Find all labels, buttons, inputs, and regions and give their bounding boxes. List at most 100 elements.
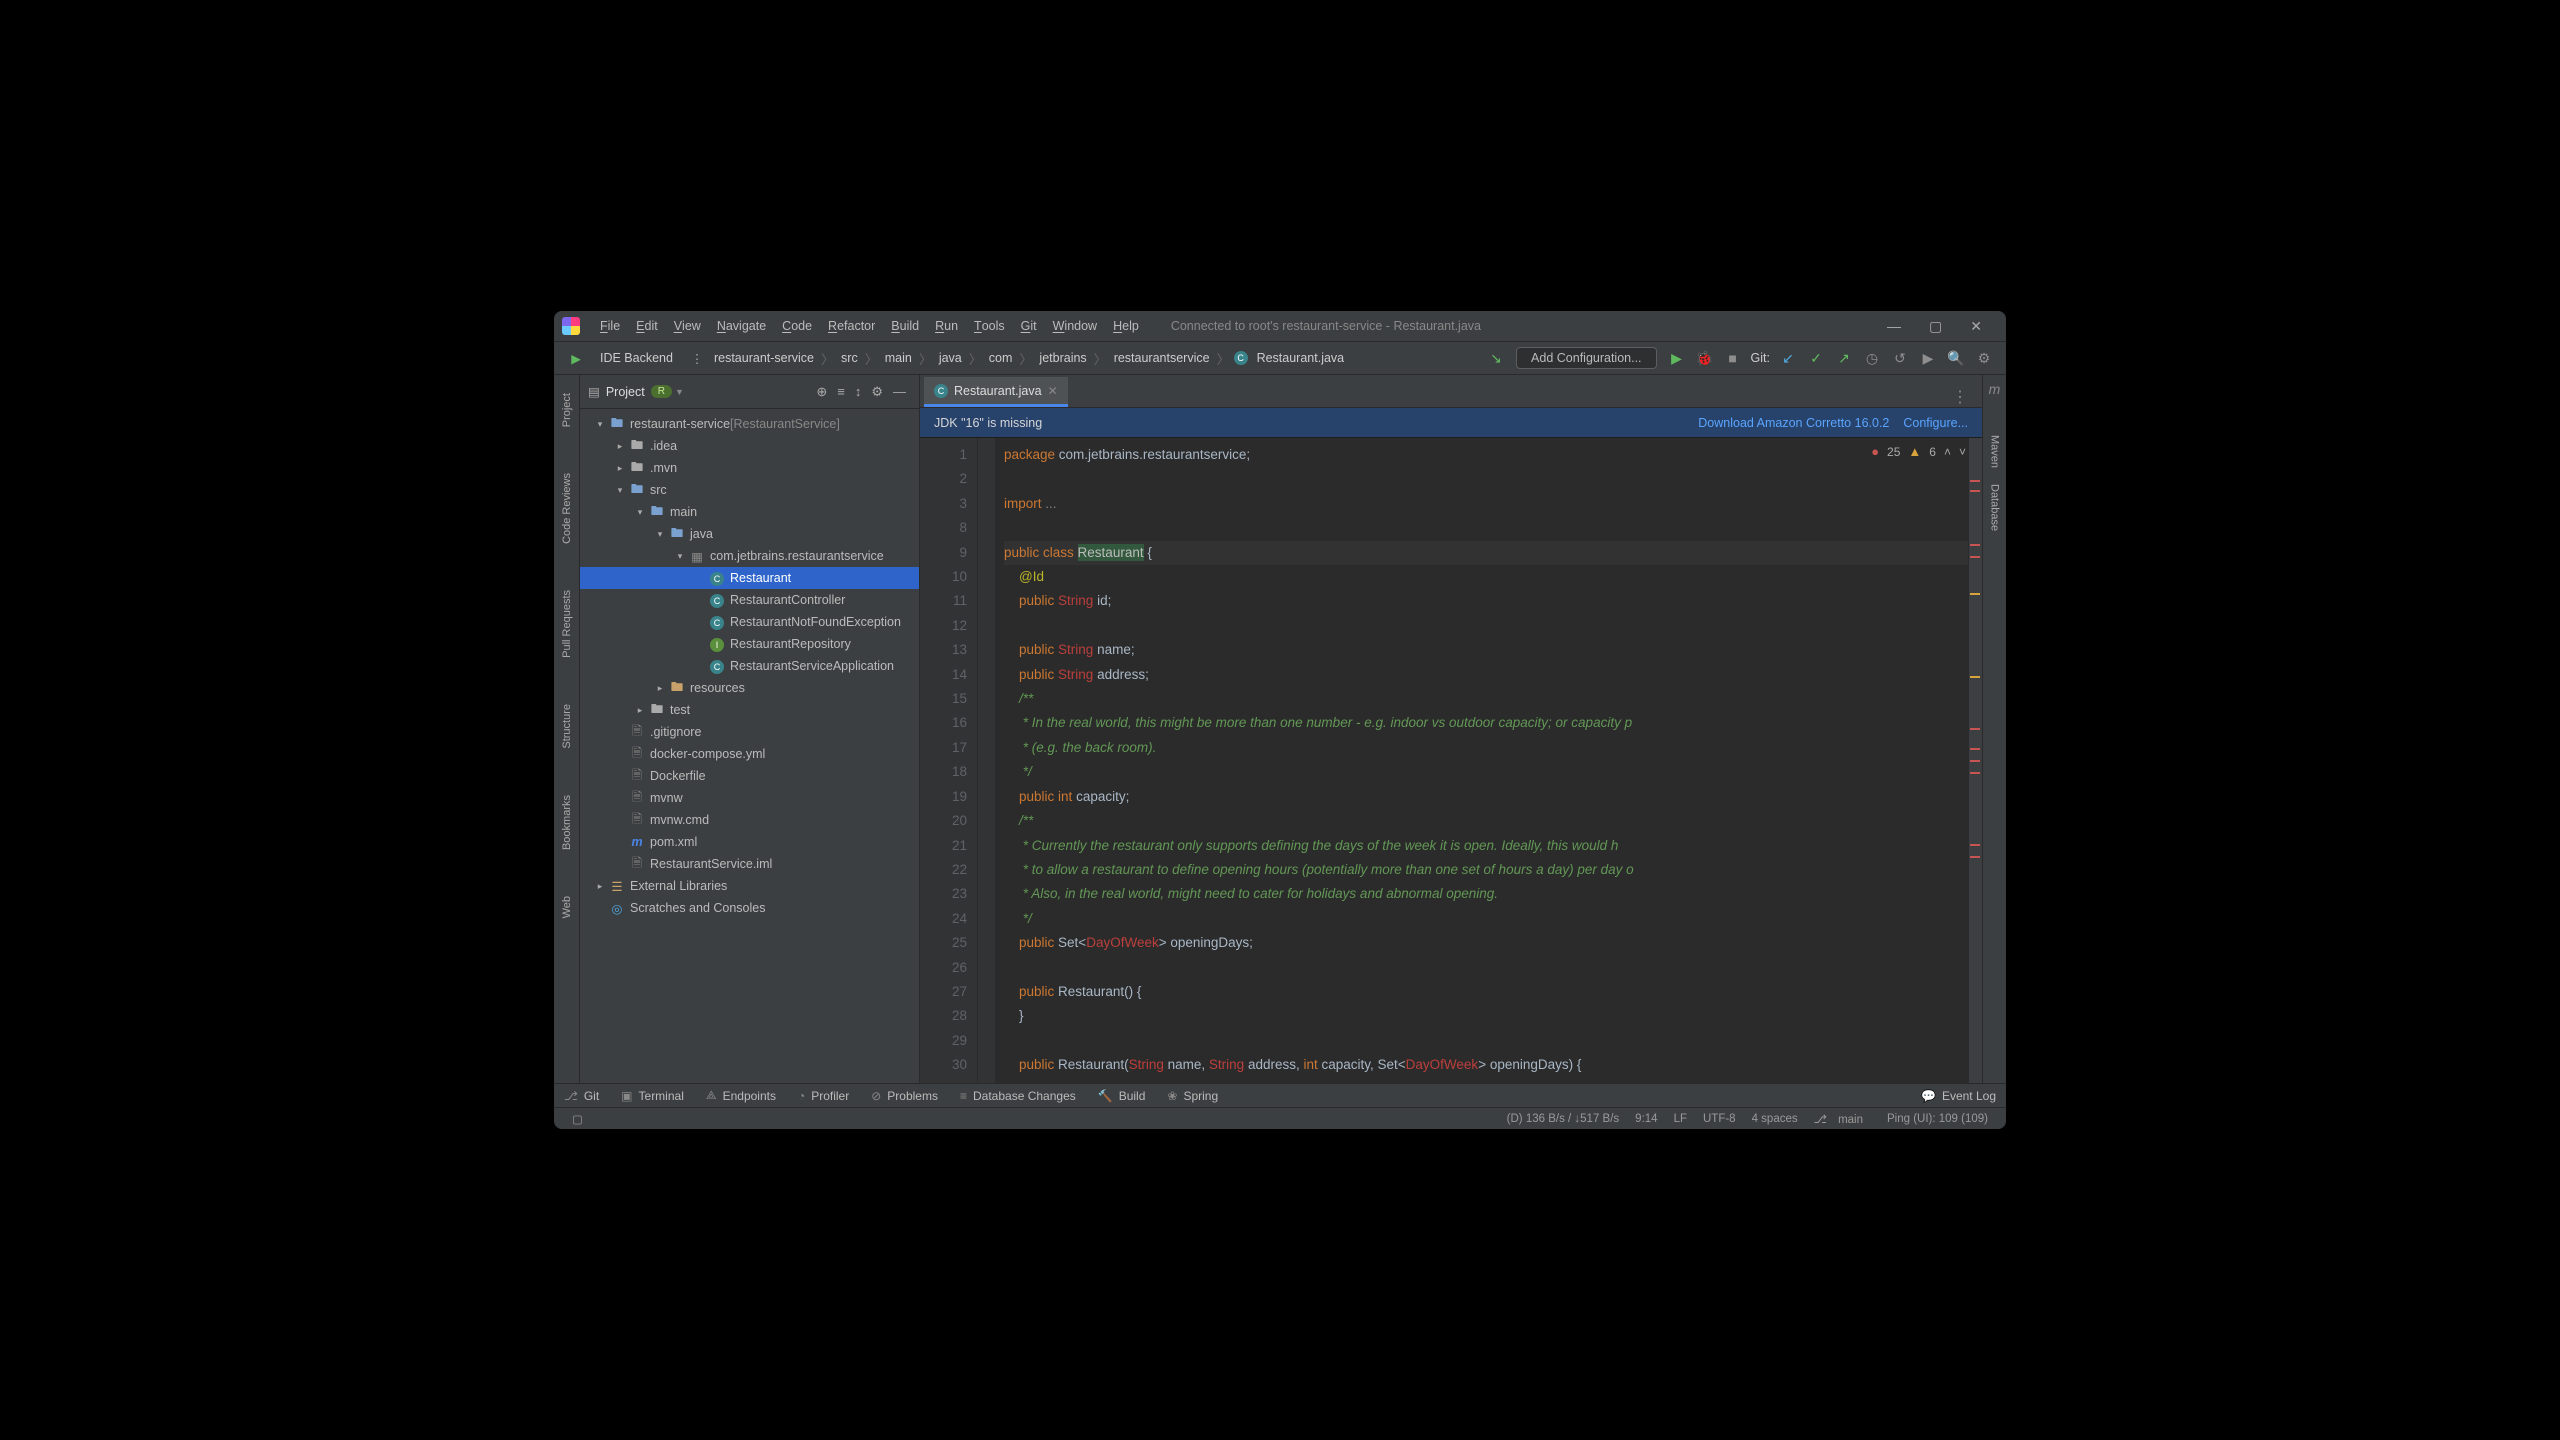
tree-node[interactable]: ▸🖿test <box>580 699 919 721</box>
stop-icon[interactable]: ■ <box>1724 350 1742 366</box>
tree-node[interactable]: IRestaurantRepository <box>580 633 919 655</box>
breadcrumb-item[interactable]: main <box>882 351 915 365</box>
tree-node[interactable]: ◎Scratches and Consoles <box>580 897 919 919</box>
close-tab-icon[interactable]: ✕ <box>1048 384 1058 398</box>
breadcrumb-item[interactable]: com <box>986 351 1016 365</box>
tree-node[interactable]: CRestaurant <box>580 567 919 589</box>
project-tree[interactable]: ▾🖿restaurant-service [RestaurantService]… <box>580 409 919 1083</box>
tree-node[interactable]: 🗎mvnw <box>580 787 919 809</box>
menu-help[interactable]: Help <box>1105 311 1147 341</box>
bottom-tab-terminal[interactable]: ▣Terminal <box>621 1089 684 1103</box>
hide-panel-icon[interactable]: — <box>893 384 906 399</box>
tool-tab-web[interactable]: Web <box>561 888 573 926</box>
editor-tab[interactable]: C Restaurant.java ✕ <box>924 377 1068 407</box>
banner-download-link[interactable]: Download Amazon Corretto 16.0.2 <box>1698 416 1889 430</box>
bottom-tab-endpoints[interactable]: ⟁Endpoints <box>706 1088 776 1103</box>
next-highlight-icon[interactable]: ˅ <box>1959 445 1966 459</box>
tool-tab-pull-requests[interactable]: Pull Requests <box>561 582 573 666</box>
run-anything-icon[interactable]: ▶ <box>564 346 588 370</box>
tree-node[interactable]: ▾🖿restaurant-service [RestaurantService] <box>580 413 919 435</box>
settings-icon[interactable]: ⚙ <box>1975 350 1993 367</box>
bottom-tab-problems[interactable]: ⊘Problems <box>871 1089 938 1103</box>
tree-node[interactable]: ▸☰External Libraries <box>580 875 919 897</box>
tree-node[interactable]: ▾🖿src <box>580 479 919 501</box>
tree-node[interactable]: 🗎mvnw.cmd <box>580 809 919 831</box>
menu-tools[interactable]: Tools <box>966 311 1013 341</box>
tool-tab-code-reviews[interactable]: Code Reviews <box>561 465 573 552</box>
run-config-select[interactable]: Add Configuration... <box>1516 347 1657 369</box>
prev-highlight-icon[interactable]: ˄ <box>1944 445 1951 459</box>
status-branch[interactable]: ⎇ main <box>1814 1112 1871 1126</box>
bottom-tab-git[interactable]: ⎇Git <box>564 1089 599 1103</box>
breadcrumb-item[interactable]: jetbrains <box>1036 351 1089 365</box>
menu-build[interactable]: Build <box>883 311 927 341</box>
settings-gear-icon[interactable]: ⚙ <box>871 384 883 400</box>
rollback-icon[interactable]: ↺ <box>1891 350 1909 367</box>
select-open-file-icon[interactable]: ⊕ <box>816 384 827 400</box>
breadcrumb-item[interactable]: restaurant-service <box>711 351 817 365</box>
bottom-tab-spring[interactable]: ❀Spring <box>1167 1089 1218 1103</box>
debug-icon[interactable]: 🐞 <box>1696 350 1714 367</box>
tree-node[interactable]: ▸🖿.idea <box>580 435 919 457</box>
error-stripe[interactable] <box>1968 438 1982 1083</box>
tab-more-icon[interactable]: ⋮ <box>1938 387 1982 407</box>
tree-node[interactable]: ▾▦com.jetbrains.restaurantservice <box>580 545 919 567</box>
ide-backend-chip[interactable]: IDE Backend <box>590 348 683 368</box>
tree-node[interactable]: ▾🖿java <box>580 523 919 545</box>
status-tool-icon[interactable]: ▢ <box>572 1112 583 1126</box>
more-icon[interactable]: ⋮ <box>685 346 709 370</box>
menu-file[interactable]: File <box>592 311 628 341</box>
menu-view[interactable]: View <box>666 311 709 341</box>
tool-tab-database[interactable]: Database <box>1989 476 2001 539</box>
status-caret[interactable]: 9:14 <box>1635 1113 1657 1125</box>
git-commit-icon[interactable]: ✓ <box>1807 350 1825 367</box>
tree-node[interactable]: CRestaurantServiceApplication <box>580 655 919 677</box>
tree-node[interactable]: 🗎docker-compose.yml <box>580 743 919 765</box>
search-icon[interactable]: 🔍 <box>1947 350 1965 367</box>
menu-code[interactable]: Code <box>774 311 820 341</box>
hammer-icon[interactable]: ↘ <box>1487 350 1505 367</box>
tree-node[interactable]: 🗎Dockerfile <box>580 765 919 787</box>
event-log[interactable]: 💬Event Log <box>1921 1089 1996 1103</box>
maven-icon[interactable]: m <box>1989 381 2001 397</box>
tree-node[interactable]: ▸🖿resources <box>580 677 919 699</box>
banner-configure-link[interactable]: Configure... <box>1903 416 1968 430</box>
tool-tab-project[interactable]: Project <box>561 385 573 435</box>
source-text[interactable]: package com.jetbrains.restaurantservice;… <box>996 438 1968 1083</box>
tree-node[interactable]: 🗎RestaurantService.iml <box>580 853 919 875</box>
maximize-icon[interactable]: ▢ <box>1929 318 1942 335</box>
tool-tab-structure[interactable]: Structure <box>561 696 573 757</box>
menu-git[interactable]: Git <box>1013 311 1045 341</box>
tree-node[interactable]: CRestaurantController <box>580 589 919 611</box>
breadcrumb-item[interactable]: Restaurant.java <box>1254 351 1348 365</box>
menu-edit[interactable]: Edit <box>628 311 666 341</box>
tree-node[interactable]: mpom.xml <box>580 831 919 853</box>
tree-node[interactable]: CRestaurantNotFoundException <box>580 611 919 633</box>
code-area[interactable]: 1238910111213141516171819202122232425262… <box>920 438 1982 1083</box>
menu-window[interactable]: Window <box>1045 311 1105 341</box>
breadcrumb-item[interactable]: src <box>838 351 861 365</box>
bottom-tab-database-changes[interactable]: ≡Database Changes <box>960 1089 1076 1103</box>
tool-tab-maven[interactable]: Maven <box>1989 427 2001 476</box>
tool-tab-bookmarks[interactable]: Bookmarks <box>561 787 573 858</box>
status-encoding[interactable]: UTF-8 <box>1703 1113 1736 1125</box>
inspection-summary[interactable]: ●25 ▲6 ˄ ˅ <box>1871 444 1966 459</box>
bottom-tab-profiler[interactable]: ◔Profiler <box>798 1089 849 1103</box>
bottom-tab-build[interactable]: 🔨Build <box>1098 1089 1146 1103</box>
coverage-icon[interactable]: ▶ <box>1919 350 1937 367</box>
minimize-icon[interactable]: — <box>1887 318 1901 334</box>
breadcrumb-item[interactable]: java <box>936 351 965 365</box>
tree-node[interactable]: 🗎.gitignore <box>580 721 919 743</box>
git-push-icon[interactable]: ↗ <box>1835 350 1853 367</box>
collapse-all-icon[interactable]: ↕ <box>855 384 862 399</box>
tree-node[interactable]: ▸🖿.mvn <box>580 457 919 479</box>
history-icon[interactable]: ◷ <box>1863 350 1881 367</box>
git-update-icon[interactable]: ↙ <box>1779 350 1797 367</box>
status-eol[interactable]: LF <box>1674 1113 1687 1125</box>
tree-node[interactable]: ▾🖿main <box>580 501 919 523</box>
menu-refactor[interactable]: Refactor <box>820 311 883 341</box>
expand-all-icon[interactable]: ≡ <box>837 384 845 399</box>
status-indent[interactable]: 4 spaces <box>1752 1113 1798 1125</box>
menu-run[interactable]: Run <box>927 311 966 341</box>
run-icon[interactable]: ▶ <box>1668 350 1686 367</box>
